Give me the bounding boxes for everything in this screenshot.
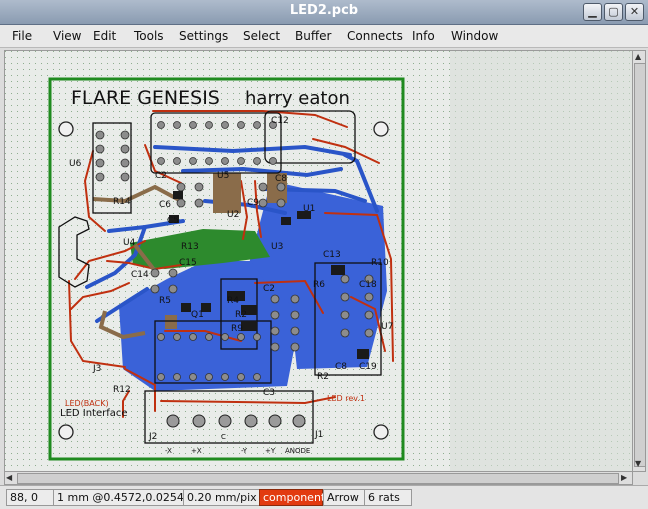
layer-button[interactable]: component: [259, 489, 325, 506]
label-c14: C14: [131, 270, 149, 280]
pin-label: C: [221, 433, 226, 441]
label-c3: C3: [263, 388, 275, 398]
scroll-right-icon[interactable]: ▶: [621, 473, 627, 483]
label-r5: R5: [159, 296, 171, 306]
menu-view[interactable]: View: [53, 29, 81, 43]
label-u2: U2: [227, 210, 239, 220]
menu-window[interactable]: Window: [451, 29, 498, 43]
label-r2b: R2: [317, 372, 329, 382]
led-small-label: LED(BACK): [65, 399, 109, 408]
label-q1: Q1: [191, 310, 204, 320]
label-c8: C8: [275, 174, 287, 184]
mount-hole: [58, 424, 74, 440]
menu-select[interactable]: Select: [243, 29, 280, 43]
menu-bar: File View Edit Tools Settings Select Buf…: [0, 25, 648, 48]
pin-label: +X: [191, 447, 202, 455]
label-r13: R13: [181, 242, 199, 252]
label-r2: R2: [235, 310, 247, 320]
menu-edit[interactable]: Edit: [93, 29, 116, 43]
title-bar: LED2.pcb ▁ ▢ ✕: [0, 0, 648, 25]
label-r6: R6: [313, 280, 325, 290]
led-interface-label: LED Interface: [60, 408, 128, 419]
label-u1: U1: [303, 204, 315, 214]
label-r10: R10: [371, 258, 389, 268]
rats-count: 6 rats: [364, 489, 412, 506]
close-button[interactable]: ✕: [625, 3, 644, 21]
scroll-down-icon[interactable]: ▼: [635, 459, 641, 469]
label-c12: C12: [271, 116, 289, 126]
mount-hole: [58, 121, 74, 137]
label-u6: U6: [69, 159, 82, 169]
vertical-scroll-thumb[interactable]: [634, 63, 646, 467]
label-r14: R14: [113, 197, 131, 207]
label-c2: C2: [155, 171, 167, 181]
label-c15: C15: [179, 258, 197, 268]
label-c18: C18: [359, 280, 377, 290]
maximize-button[interactable]: ▢: [604, 3, 623, 21]
pin-label: -X: [165, 447, 172, 455]
menu-buffer[interactable]: Buffer: [295, 29, 331, 43]
label-u4: U4: [123, 238, 136, 248]
pin-label: +Y: [265, 447, 276, 455]
zoom-level: 0.20 mm/pix: [183, 489, 260, 506]
window-title: LED2.pcb: [289, 3, 359, 18]
label-j3: J3: [92, 364, 101, 374]
mode-button[interactable]: Arrow: [323, 489, 365, 506]
label-r4: R4: [227, 296, 239, 306]
vertical-scrollbar[interactable]: ▲ ▼: [632, 50, 646, 472]
label-u3: U3: [271, 242, 283, 252]
pcb-drawing[interactable]: FLARE GENESIS harry eaton LED(BACK) LED …: [5, 51, 632, 471]
pin-label: ANODE: [285, 447, 310, 455]
pcb-canvas[interactable]: FLARE GENESIS harry eaton LED(BACK) LED …: [4, 50, 633, 472]
menu-file[interactable]: File: [12, 29, 32, 43]
horizontal-scrollbar[interactable]: ◀ ▶: [4, 471, 633, 485]
label-c6: C6: [159, 200, 171, 210]
cursor-position: 88, 0: [6, 489, 54, 506]
label-r9: R9: [231, 324, 243, 334]
label-c2b: C2: [263, 284, 275, 294]
menu-settings[interactable]: Settings: [179, 29, 228, 43]
mount-hole: [373, 121, 389, 137]
menu-info[interactable]: Info: [412, 29, 435, 43]
status-bar: 88, 0 1 mm @0.4572,0.0254 0.20 mm/pix co…: [0, 485, 648, 509]
horizontal-scroll-thumb[interactable]: [17, 473, 619, 484]
label-c13: C13: [323, 250, 341, 260]
board-title: FLARE GENESIS: [71, 87, 220, 109]
label-c9: C9: [247, 198, 259, 208]
mount-hole: [373, 424, 389, 440]
label-c8b: C8: [335, 362, 347, 372]
minimize-button[interactable]: ▁: [583, 3, 602, 21]
label-j1: J1: [314, 430, 323, 440]
scroll-left-icon[interactable]: ◀: [6, 473, 12, 483]
label-c19: C19: [359, 362, 377, 372]
menu-tools[interactable]: Tools: [134, 29, 164, 43]
label-r12: R12: [113, 385, 131, 395]
led-rev-label: LED rev.1: [327, 394, 365, 403]
grid-info: 1 mm @0.4572,0.0254: [53, 489, 184, 506]
label-u5: U5: [217, 171, 229, 181]
pin-label: -Y: [241, 447, 248, 455]
board-author: harry eaton: [245, 88, 350, 109]
menu-connects[interactable]: Connects: [347, 29, 403, 43]
label-u7: U7: [381, 322, 393, 332]
label-c5: C5: [167, 216, 179, 226]
label-j2: J2: [148, 432, 157, 442]
scroll-up-icon[interactable]: ▲: [635, 52, 641, 62]
